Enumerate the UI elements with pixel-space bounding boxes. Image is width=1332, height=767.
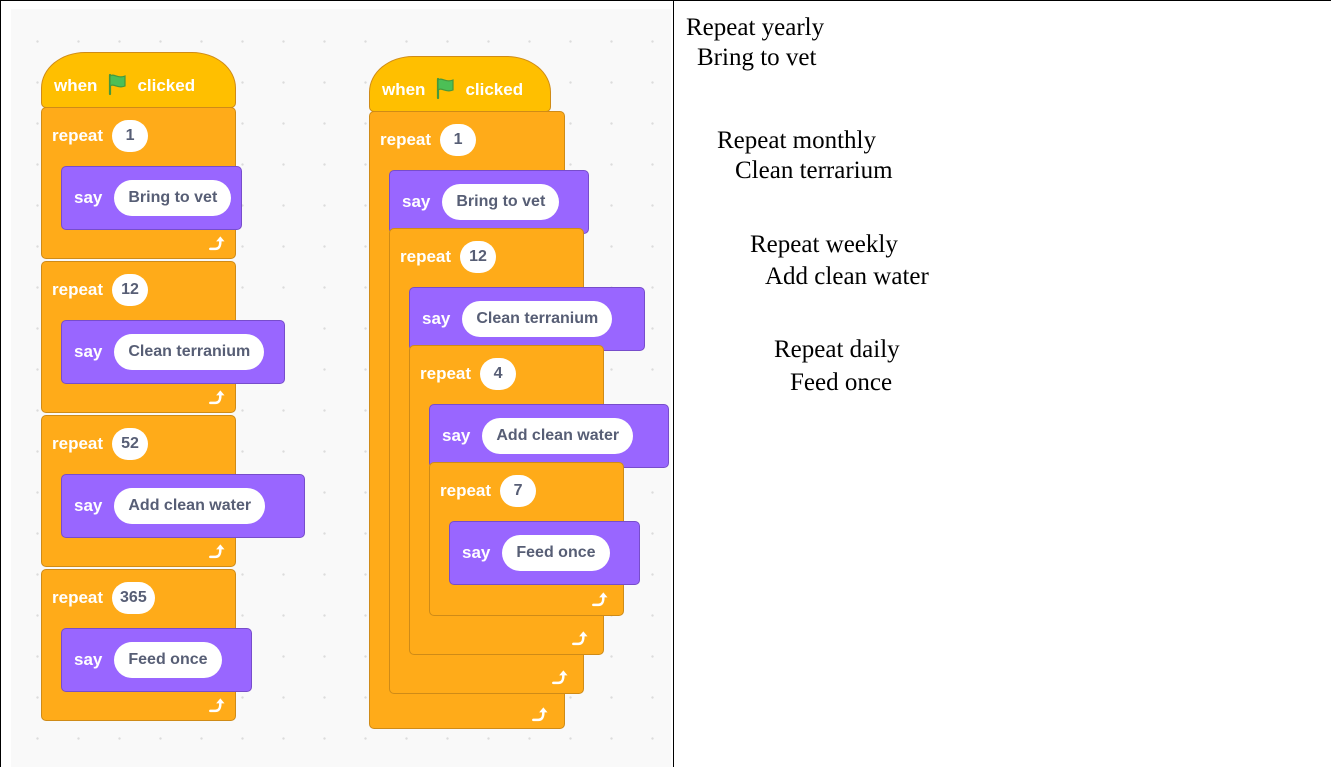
repeat-count-input[interactable]: 1 [112,120,149,152]
green-flag-icon [105,72,129,96]
label-repeat-weekly: Repeat weekly [750,231,898,258]
repeat-count-input[interactable]: 1 [440,124,477,156]
say-message-input[interactable]: Feed once [502,535,610,571]
repeat-label: repeat [52,434,104,453]
say-message-input[interactable]: Clean terranium [114,334,265,370]
right-say-block-3[interactable]: say Add clean water [429,404,669,468]
left-say-block-4[interactable]: say Feed once [61,628,252,692]
right-repeat-block-3[interactable]: repeat 4 say Add clean water repeat 7 sa… [409,345,669,655]
left-when-flag-clicked-block[interactable]: when clicked [41,52,236,108]
left-say-block-3[interactable]: say Add clean water [61,474,305,538]
repeat-count-input[interactable]: 12 [112,274,149,306]
label-repeat-monthly: Repeat monthly [717,127,876,154]
say-label: say [74,650,103,669]
repeat-count-input[interactable]: 12 [460,241,497,273]
say-message-input[interactable]: Feed once [114,642,222,678]
hat-when-label: when [382,80,426,99]
say-label: say [462,543,491,562]
loop-arrow-icon [590,589,610,609]
repeat-label: repeat [420,364,472,383]
repeat-label: repeat [52,588,104,607]
say-label: say [74,496,103,515]
say-message-input[interactable]: Bring to vet [114,180,232,216]
left-say-block-1[interactable]: say Bring to vet [61,166,242,230]
repeat-label: repeat [380,130,432,149]
hat-when-label: when [54,76,98,95]
right-say-block-2[interactable]: say Clean terranium [409,287,645,351]
right-when-flag-clicked-block[interactable]: when clicked [369,56,551,112]
hat-clicked-label: clicked [465,80,524,99]
repeat-count-input[interactable]: 4 [480,358,517,390]
right-repeat-block-outer[interactable]: repeat 1 say Bring to vet repeat 12 say … [369,111,669,729]
loop-arrow-icon [570,628,590,648]
loop-arrow-icon [207,233,227,253]
say-message-input[interactable]: Add clean water [482,418,634,454]
left-repeat-block-2[interactable]: repeat 12 say Clean terranium [41,261,285,413]
left-repeat-block-4[interactable]: repeat 365 say Feed once [41,569,252,721]
label-bring-to-vet: Bring to vet [697,44,817,71]
say-label: say [74,188,103,207]
right-say-block-1[interactable]: say Bring to vet [389,170,589,234]
repeat-label: repeat [400,247,452,266]
loop-arrow-icon [207,387,227,407]
loop-arrow-icon [207,541,227,561]
repeat-count-input[interactable]: 365 [112,582,155,614]
say-message-input[interactable]: Add clean water [114,488,266,524]
scratch-code-area[interactable]: when clicked repeat 1 say Bring to vet r… [11,9,671,767]
repeat-count-input[interactable]: 7 [500,475,537,507]
green-flag-icon [433,76,457,100]
label-repeat-daily: Repeat daily [774,336,900,363]
say-label: say [402,192,431,211]
hat-clicked-label: clicked [137,76,196,95]
say-label: say [442,426,471,445]
label-add-clean-water: Add clean water [765,263,929,290]
column-divider [673,0,674,767]
say-label: say [422,309,451,328]
repeat-label: repeat [52,280,104,299]
left-repeat-block-1[interactable]: repeat 1 say Bring to vet [41,107,242,259]
say-message-input[interactable]: Clean terranium [462,301,613,337]
right-say-block-4[interactable]: say Feed once [449,521,640,585]
label-clean-terrarium: Clean terrarium [735,157,893,184]
say-message-input[interactable]: Bring to vet [442,184,560,220]
loop-arrow-icon [530,704,550,724]
label-repeat-yearly: Repeat yearly [686,14,825,41]
repeat-count-input[interactable]: 52 [112,428,149,460]
left-repeat-block-3[interactable]: repeat 52 say Add clean water [41,415,305,567]
loop-arrow-icon [207,695,227,715]
repeat-label: repeat [52,126,104,145]
right-repeat-block-2[interactable]: repeat 12 say Clean terranium repeat 4 s… [389,228,669,694]
repeat-label: repeat [440,481,492,500]
loop-arrow-icon [550,667,570,687]
label-feed-once: Feed once [790,369,893,396]
say-label: say [74,342,103,361]
left-say-block-2[interactable]: say Clean terranium [61,320,285,384]
right-repeat-block-4[interactable]: repeat 7 say Feed once [429,462,640,616]
